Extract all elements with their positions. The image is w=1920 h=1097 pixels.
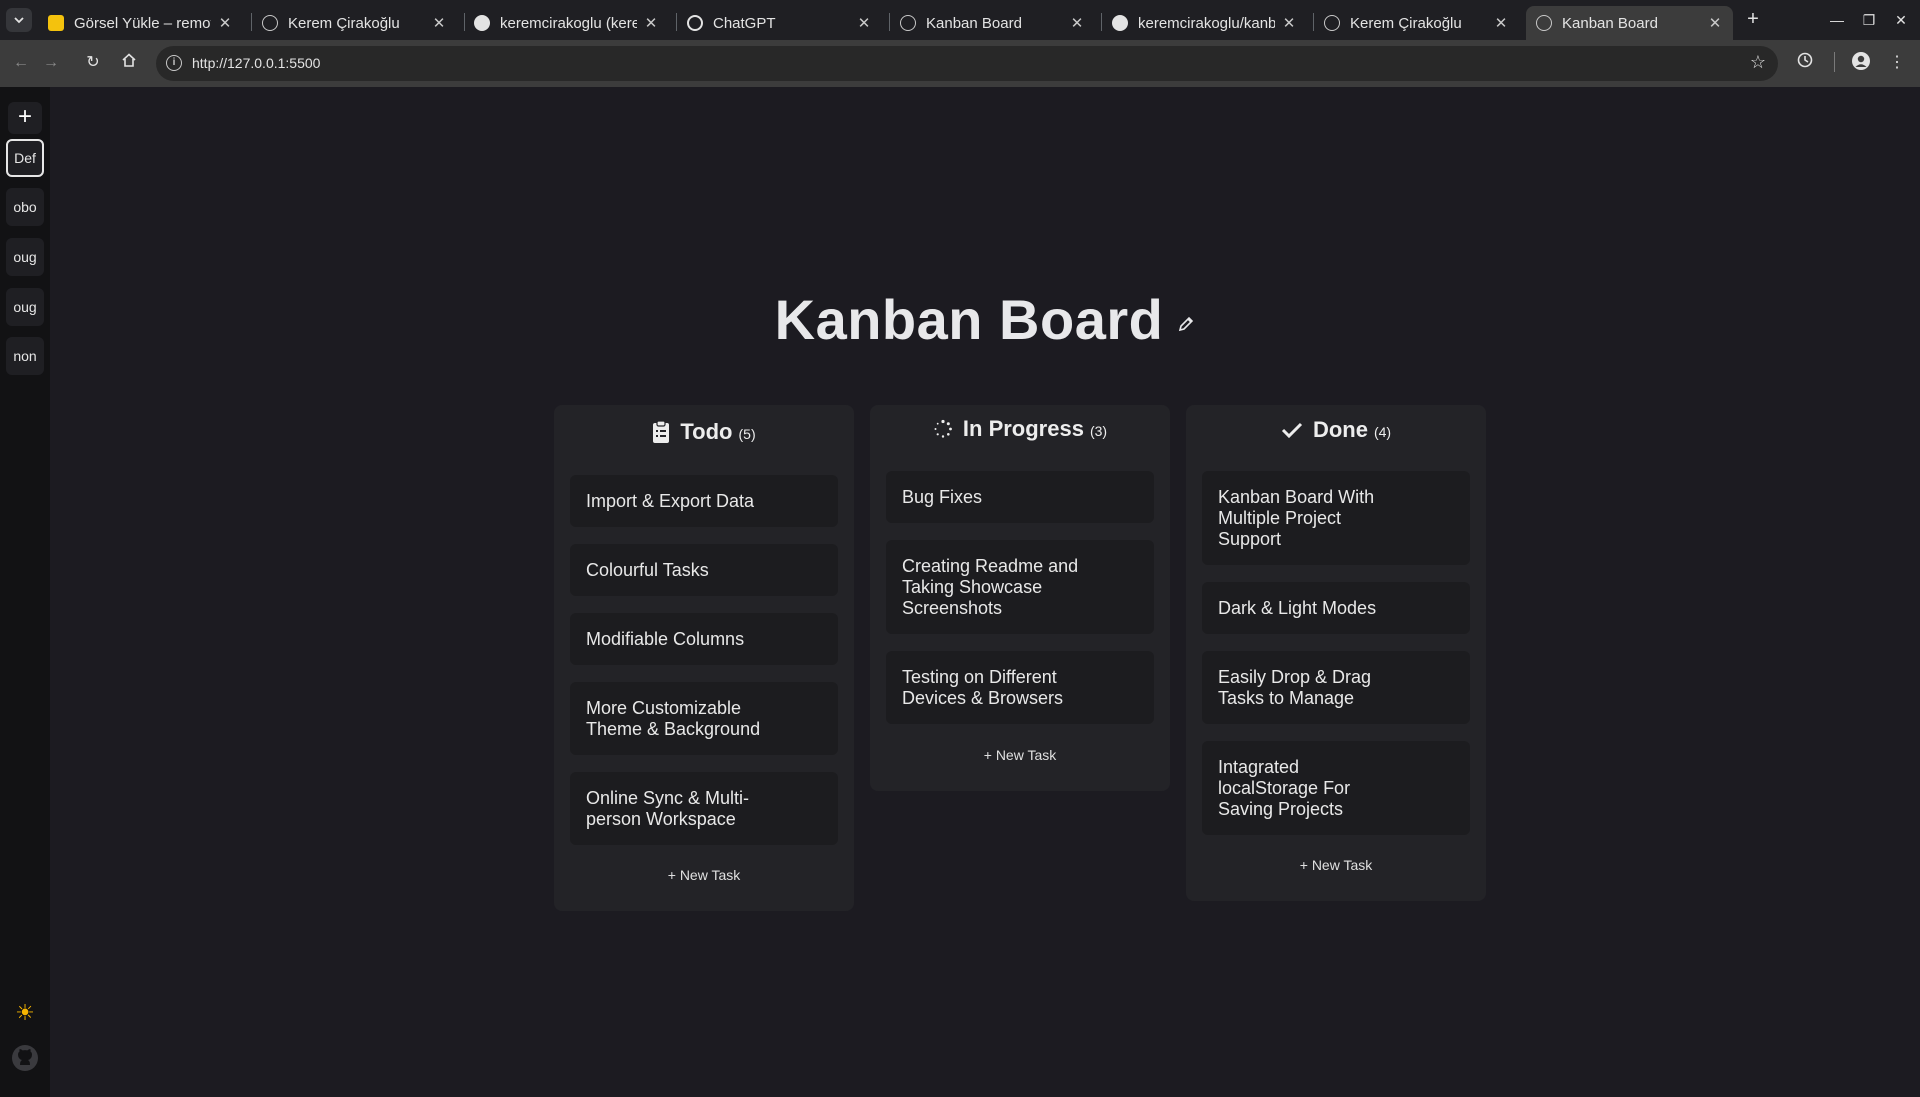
browser-tab[interactable]: Kanban Board ✕ [890, 6, 1095, 40]
globe-icon [1324, 15, 1340, 31]
history-button[interactable] [1793, 51, 1817, 75]
close-tab-icon[interactable]: ✕ [217, 14, 233, 32]
edit-pencil-icon[interactable] [1177, 315, 1195, 333]
board-area: Kanban Board Todo (5) Import & Export Da… [50, 87, 1920, 1097]
task-card[interactable]: Intagrated localStorage For Saving Proje… [1202, 741, 1470, 835]
browser-tab[interactable]: Kerem Çirakoğlu ✕ [252, 6, 457, 40]
column-header: Done (4) [1186, 417, 1486, 443]
browser-tab[interactable]: Kerem Çirakoğlu ✕ [1314, 6, 1519, 40]
remove-bg-icon [48, 15, 64, 31]
close-tab-icon[interactable]: ✕ [643, 14, 659, 32]
add-project-button[interactable]: + [8, 102, 42, 134]
check-icon [1281, 421, 1303, 439]
browser-tab[interactable]: Görsel Yükle – remove.bg ✕ [38, 6, 243, 40]
project-item[interactable]: oug [6, 288, 44, 326]
column-header: In Progress (3) [870, 416, 1170, 442]
column-in-progress[interactable]: In Progress (3) Bug Fixes Creating Readm… [870, 405, 1170, 791]
browser-tab[interactable]: keremcirakoglu (keremcirakoglu) ✕ [464, 6, 669, 40]
new-task-button[interactable]: + New Task [1186, 857, 1486, 873]
minimize-button[interactable]: — [1822, 8, 1852, 32]
task-card[interactable]: Kanban Board With Multiple Project Suppo… [1202, 471, 1470, 565]
forward-button[interactable]: → [40, 52, 62, 74]
sun-icon: ☀ [15, 1000, 35, 1025]
close-tab-icon[interactable]: ✕ [1707, 14, 1723, 32]
close-tab-icon[interactable]: ✕ [856, 14, 872, 32]
github-icon [12, 1045, 38, 1071]
chevron-down-icon [14, 17, 24, 24]
address-bar[interactable]: i http://127.0.0.1:5500 ☆ [156, 46, 1778, 81]
project-item[interactable]: obo [6, 188, 44, 226]
browser-tab[interactable]: ChatGPT ✕ [677, 6, 882, 40]
column-title[interactable]: Done [1313, 417, 1368, 443]
profile-icon [1852, 52, 1870, 70]
toolbar-divider [1834, 52, 1835, 72]
browser-toolbar: ← → ↻ i http://127.0.0.1:5500 ☆ ⋮ [0, 40, 1920, 87]
task-card[interactable]: Testing on Different Devices & Browsers [886, 651, 1154, 724]
project-item[interactable]: oug [6, 238, 44, 276]
browser-tab-active[interactable]: Kanban Board ✕ [1526, 6, 1733, 40]
spinner-icon [933, 419, 953, 439]
chatgpt-icon [687, 15, 703, 31]
browser-tabstrip: Görsel Yükle – remove.bg ✕ Kerem Çirakoğ… [0, 0, 1920, 40]
globe-icon [1536, 15, 1552, 31]
column-count: (5) [738, 426, 756, 442]
board-title-row: Kanban Board [50, 287, 1920, 352]
new-task-button[interactable]: + New Task [870, 747, 1170, 763]
project-item[interactable]: Def [6, 139, 44, 177]
task-card[interactable]: Modifiable Columns [570, 613, 838, 665]
github-link[interactable] [10, 1043, 40, 1073]
reload-button[interactable]: ↻ [82, 52, 104, 74]
task-card[interactable]: Bug Fixes [886, 471, 1154, 523]
task-card[interactable]: Colourful Tasks [570, 544, 838, 596]
restore-button[interactable]: ❐ [1854, 8, 1884, 32]
home-button[interactable] [118, 52, 140, 74]
home-icon [122, 53, 136, 67]
bookmark-star-icon[interactable]: ☆ [1750, 52, 1766, 73]
menu-button[interactable]: ⋮ [1885, 51, 1909, 75]
close-tab-icon[interactable]: ✕ [1281, 14, 1297, 32]
site-info-icon[interactable]: i [166, 55, 182, 71]
task-card[interactable]: More Customizable Theme & Background [570, 682, 838, 755]
column-title[interactable]: In Progress [963, 416, 1084, 442]
close-tab-icon[interactable]: ✕ [1493, 14, 1509, 32]
github-icon [474, 15, 490, 31]
theme-toggle-button[interactable]: ☀ [10, 998, 40, 1028]
new-task-button[interactable]: + New Task [554, 867, 854, 883]
profile-button[interactable] [1849, 51, 1873, 75]
task-card[interactable]: Easily Drop & Drag Tasks to Manage [1202, 651, 1470, 724]
browser-tab[interactable]: keremcirakoglu/kanban ✕ [1102, 6, 1307, 40]
close-tab-icon[interactable]: ✕ [1069, 14, 1085, 32]
tab-search-button[interactable] [6, 8, 32, 32]
task-card[interactable]: Online Sync & Multi-person Workspace [570, 772, 838, 845]
back-button[interactable]: ← [10, 52, 32, 74]
globe-icon [900, 15, 916, 31]
column-header: Todo (5) [554, 419, 854, 445]
project-sidebar: + Def obo oug oug non ☀ [0, 87, 50, 1097]
column-title[interactable]: Todo [680, 419, 732, 445]
column-todo[interactable]: Todo (5) Import & Export Data Colourful … [554, 405, 854, 911]
column-count: (3) [1089, 423, 1108, 439]
new-tab-button[interactable]: + [1742, 8, 1764, 32]
github-icon [1112, 15, 1128, 31]
task-card[interactable]: Dark & Light Modes [1202, 582, 1470, 634]
address-url[interactable]: http://127.0.0.1:5500 [192, 55, 320, 71]
clipboard-icon [652, 420, 670, 444]
project-item[interactable]: non [6, 337, 44, 375]
board-title[interactable]: Kanban Board [775, 288, 1164, 351]
column-done[interactable]: Done (4) Kanban Board With Multiple Proj… [1186, 405, 1486, 901]
task-card[interactable]: Import & Export Data [570, 475, 838, 527]
close-window-button[interactable]: ✕ [1886, 8, 1916, 32]
close-tab-icon[interactable]: ✕ [431, 14, 447, 32]
globe-icon [262, 15, 278, 31]
task-card[interactable]: Creating Readme and Taking Showcase Scre… [886, 540, 1154, 634]
history-icon [1797, 52, 1813, 68]
column-count: (4) [1373, 424, 1392, 440]
